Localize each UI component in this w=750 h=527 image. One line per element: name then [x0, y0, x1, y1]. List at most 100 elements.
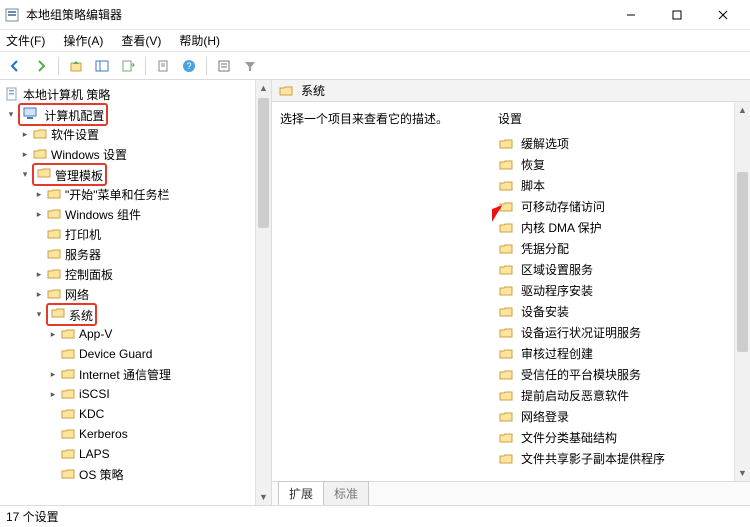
tree-software-settings[interactable]: ▸软件设置 — [4, 124, 271, 144]
list-item[interactable]: 审核过程创建 — [492, 343, 750, 364]
expand-icon[interactable]: ▸ — [18, 149, 32, 160]
tree-label: Windows 设置 — [51, 146, 127, 163]
tree-os-policy[interactable]: OS 策略 — [4, 464, 271, 484]
folder-open-icon — [50, 305, 66, 321]
scroll-down-icon[interactable]: ▼ — [735, 465, 750, 481]
filter-button[interactable] — [239, 55, 261, 77]
tree-server[interactable]: 服务器 — [4, 244, 271, 264]
settings-list[interactable]: 设置 缓解选项恢复脚本可移动存储访问内核 DMA 保护凭据分配区域设置服务驱动程… — [492, 102, 750, 481]
expand-icon[interactable]: ▸ — [46, 389, 60, 400]
scroll-thumb[interactable] — [737, 172, 748, 352]
collapse-icon[interactable]: ▾ — [32, 309, 46, 320]
tree-label: "开始"菜单和任务栏 — [65, 186, 170, 203]
expand-icon[interactable]: ▸ — [18, 129, 32, 140]
list-item[interactable]: 设备运行状况证明服务 — [492, 322, 750, 343]
folder-icon — [60, 466, 76, 482]
tree-control-panel[interactable]: ▸控制面板 — [4, 264, 271, 284]
folder-icon — [498, 199, 514, 215]
list-item-label: 脚本 — [521, 177, 545, 194]
tree-system[interactable]: ▾ 系统 — [4, 304, 271, 324]
filter-options-button[interactable] — [213, 55, 235, 77]
policy-tree[interactable]: 本地计算机 策略 ▾ 计算机配置 — [4, 84, 271, 484]
tree-pane[interactable]: 本地计算机 策略 ▾ 计算机配置 — [0, 80, 272, 505]
tree-start-taskbar[interactable]: ▸ "开始"菜单和任务栏 — [4, 184, 271, 204]
menu-help[interactable]: 帮助(H) — [177, 31, 222, 50]
tree-device-guard[interactable]: Device Guard — [4, 344, 271, 364]
expand-icon[interactable]: ▸ — [46, 329, 60, 340]
folder-icon — [60, 426, 76, 442]
tree-computer-config[interactable]: ▾ 计算机配置 — [4, 104, 271, 124]
tree-printers[interactable]: 打印机 — [4, 224, 271, 244]
scroll-up-icon[interactable]: ▲ — [256, 80, 271, 96]
expand-icon[interactable]: ▸ — [32, 209, 46, 220]
toolbar: ? — [0, 52, 750, 80]
collapse-icon[interactable]: ▾ — [4, 109, 18, 120]
folder-icon — [498, 241, 514, 257]
list-item[interactable]: 凭据分配 — [492, 238, 750, 259]
list-item[interactable]: 区域设置服务 — [492, 259, 750, 280]
window-title: 本地组策略编辑器 — [26, 6, 608, 23]
list-item[interactable]: 设备安装 — [492, 301, 750, 322]
folder-icon — [60, 326, 76, 342]
up-button[interactable] — [65, 55, 87, 77]
forward-button[interactable] — [30, 55, 52, 77]
scroll-down-icon[interactable]: ▼ — [256, 489, 271, 505]
tree-windows-components[interactable]: ▸Windows 组件 — [4, 204, 271, 224]
folder-icon — [498, 325, 514, 341]
tree-app-v[interactable]: ▸App-V — [4, 324, 271, 344]
list-item[interactable]: 文件分类基础结构 — [492, 427, 750, 448]
description-text: 选择一个项目来查看它的描述。 — [280, 112, 448, 126]
expand-icon[interactable]: ▸ — [32, 189, 46, 200]
tree-label: 打印机 — [65, 226, 101, 243]
close-button[interactable] — [700, 0, 746, 30]
description-pane: 选择一个项目来查看它的描述。 — [272, 102, 492, 481]
collapse-icon[interactable]: ▾ — [18, 169, 32, 180]
tab-standard[interactable]: 标准 — [323, 481, 369, 505]
expand-icon[interactable]: ▸ — [32, 289, 46, 300]
tree-internet-comm[interactable]: ▸Internet 通信管理 — [4, 364, 271, 384]
list-item[interactable]: 缓解选项 — [492, 133, 750, 154]
properties-button[interactable] — [152, 55, 174, 77]
list-item[interactable]: 提前启动反恶意软件 — [492, 385, 750, 406]
tree-label: iSCSI — [79, 387, 110, 401]
maximize-button[interactable] — [654, 0, 700, 30]
folder-icon — [498, 136, 514, 152]
menu-file[interactable]: 文件(F) — [4, 31, 47, 50]
tree-kerberos[interactable]: Kerberos — [4, 424, 271, 444]
list-item[interactable]: 内核 DMA 保护 — [492, 217, 750, 238]
list-item[interactable]: 网络登录 — [492, 406, 750, 427]
tree-laps[interactable]: LAPS — [4, 444, 271, 464]
tree-network[interactable]: ▸网络 — [4, 284, 271, 304]
export-button[interactable] — [117, 55, 139, 77]
list-item[interactable]: 可移动存储访问 — [492, 196, 750, 217]
menu-view[interactable]: 查看(V) — [119, 31, 163, 50]
tree-root[interactable]: 本地计算机 策略 — [4, 84, 271, 104]
minimize-button[interactable] — [608, 0, 654, 30]
list-item[interactable]: 文件共享影子副本提供程序 — [492, 448, 750, 469]
tree-iscsi[interactable]: ▸ iSCSI — [4, 384, 271, 404]
tree-scrollbar[interactable]: ▲ ▼ — [255, 80, 271, 505]
tree-windows-settings[interactable]: ▸ Windows 设置 — [4, 144, 271, 164]
status-text: 17 个设置 — [6, 508, 59, 525]
show-hide-tree-button[interactable] — [91, 55, 113, 77]
list-item[interactable]: 恢复 — [492, 154, 750, 175]
back-button[interactable] — [4, 55, 26, 77]
scroll-thumb[interactable] — [258, 98, 269, 228]
expand-icon[interactable]: ▸ — [46, 369, 60, 380]
menu-action[interactable]: 操作(A) — [61, 31, 105, 50]
list-item-label: 设备运行状况证明服务 — [521, 324, 641, 341]
expand-icon[interactable]: ▸ — [32, 269, 46, 280]
tab-extended[interactable]: 扩展 — [278, 481, 324, 505]
computer-icon — [22, 105, 38, 121]
list-scrollbar[interactable]: ▲ ▼ — [734, 102, 750, 481]
help-button[interactable]: ? — [178, 55, 200, 77]
tree-kdc[interactable]: KDC — [4, 404, 271, 424]
tree-label: LAPS — [79, 447, 110, 461]
list-item[interactable]: 驱动程序安装 — [492, 280, 750, 301]
menu-bar: 文件(F) 操作(A) 查看(V) 帮助(H) — [0, 30, 750, 52]
list-item[interactable]: 受信任的平台模块服务 — [492, 364, 750, 385]
list-item[interactable]: 脚本 — [492, 175, 750, 196]
tree-admin-templates[interactable]: ▾管理模板 — [4, 164, 271, 184]
tree-label: 系统 — [69, 309, 93, 323]
scroll-up-icon[interactable]: ▲ — [735, 102, 750, 118]
